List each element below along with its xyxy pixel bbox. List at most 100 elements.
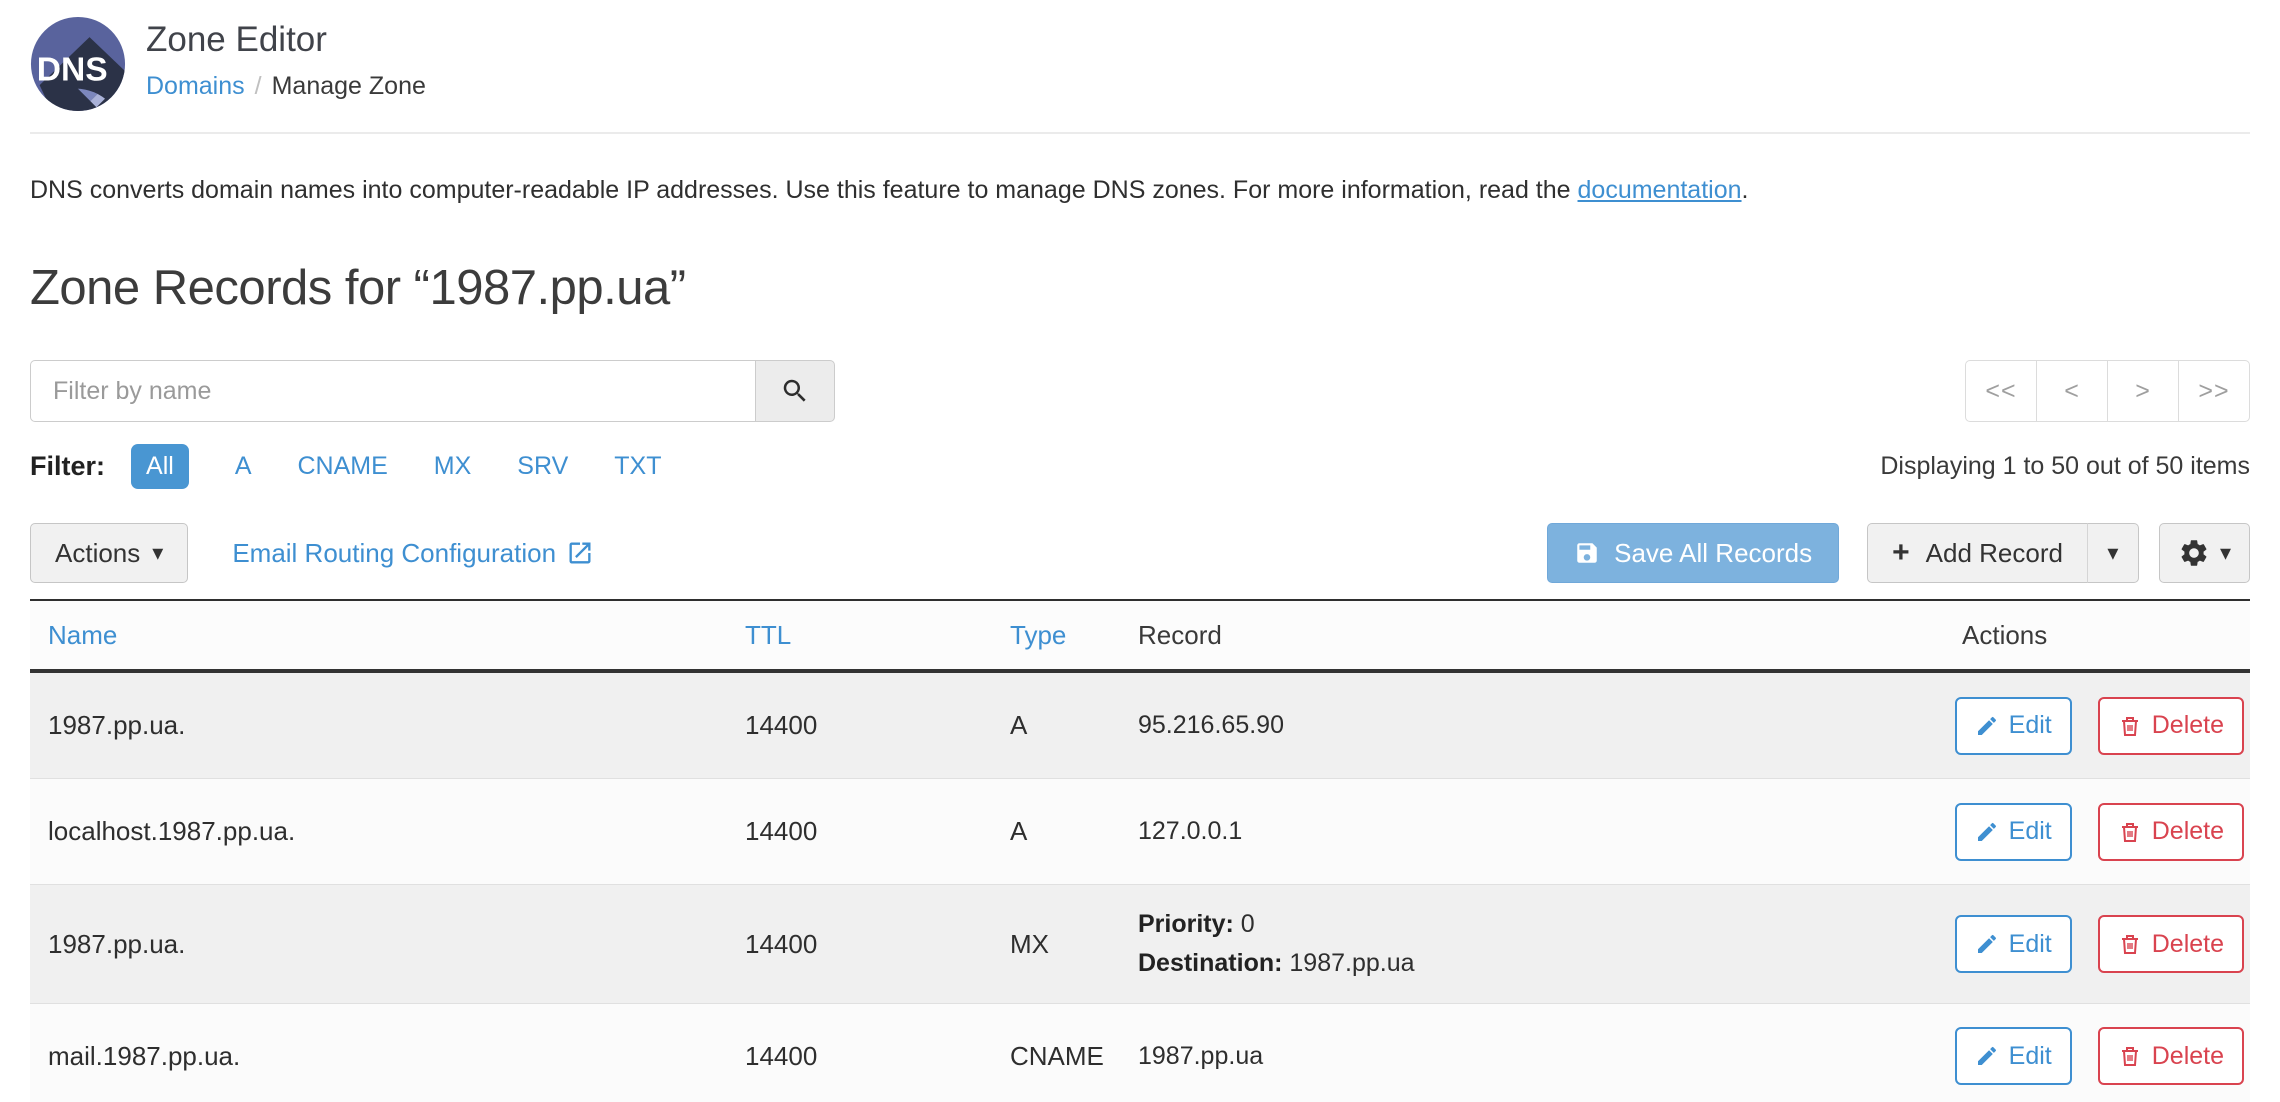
column-header-name[interactable]: Name [30, 620, 745, 651]
email-routing-link-label: Email Routing Configuration [232, 538, 556, 569]
caret-down-icon: ▾ [2220, 542, 2231, 564]
record-value: Priority: 0Destination: 1987.pp.ua [1138, 885, 1910, 1003]
next-page-button[interactable]: > [2107, 360, 2179, 422]
record-ttl: 14400 [745, 1041, 1010, 1072]
email-routing-configuration-link[interactable]: Email Routing Configuration [232, 538, 594, 569]
record-value-line: Priority: 0 [1138, 905, 1910, 944]
filter-option-txt[interactable]: TXT [614, 452, 661, 481]
add-record-button[interactable]: + Add Record [1867, 523, 2088, 583]
filter-option-a[interactable]: A [235, 452, 252, 481]
search-button[interactable] [755, 360, 835, 422]
delete-record-button[interactable]: Delete [2098, 697, 2244, 755]
header-text: Zone Editor Domains / Manage Zone [146, 16, 426, 101]
record-ttl: 14400 [745, 710, 1010, 741]
display-status: Displaying 1 to 50 out of 50 items [1880, 452, 2250, 481]
plus-icon: + [1892, 538, 1910, 568]
add-record-label: Add Record [1926, 538, 2063, 569]
add-record-dropdown-toggle[interactable]: ▾ [2087, 523, 2139, 583]
breadcrumb-current: Manage Zone [272, 72, 426, 100]
trash-icon [2118, 714, 2142, 738]
filter-option-all[interactable]: All [131, 444, 189, 489]
save-all-records-label: Save All Records [1614, 538, 1812, 569]
page-header: DNS Zone Editor Domains / Manage Zone [30, 0, 2250, 112]
trash-icon [2118, 820, 2142, 844]
record-actions: Edit Delete [1910, 697, 2250, 755]
record-value-line: 127.0.0.1 [1138, 812, 1910, 851]
edit-button-label: Edit [2009, 930, 2052, 959]
filter-option-srv[interactable]: SRV [517, 452, 568, 481]
external-link-icon [566, 539, 594, 567]
breadcrumb-separator: / [255, 72, 262, 100]
intro-text-before: DNS converts domain names into computer-… [30, 176, 1578, 204]
pencil-icon [1975, 1044, 1999, 1068]
pagination-group: <<<>>> [1965, 360, 2250, 422]
record-type: A [1010, 710, 1138, 741]
header-divider [30, 132, 2250, 134]
delete-button-label: Delete [2152, 930, 2224, 959]
column-header-record: Record [1138, 620, 1910, 651]
column-header-ttl[interactable]: TTL [745, 620, 1010, 651]
table-row: localhost.1987.pp.ua.14400A127.0.0.1Edit… [30, 779, 2250, 885]
trash-icon [2118, 932, 2142, 956]
trash-icon [2118, 1044, 2142, 1068]
filter-label: Filter: [30, 451, 105, 482]
page-title: Zone Editor [146, 18, 426, 62]
save-all-records-button[interactable]: Save All Records [1547, 523, 1839, 583]
search-group [30, 360, 835, 422]
table-row: 1987.pp.ua.14400A95.216.65.90EditDelete [30, 673, 2250, 779]
pencil-icon [1975, 714, 1999, 738]
search-icon [780, 376, 810, 406]
edit-record-button[interactable]: Edit [1955, 915, 2072, 973]
delete-record-button[interactable]: Delete [2098, 1027, 2244, 1085]
delete-record-button[interactable]: Delete [2098, 915, 2244, 973]
toolbar-right: Save All Records + Add Record ▾ ▾ [1547, 523, 2250, 583]
record-ttl: 14400 [745, 816, 1010, 847]
gear-icon [2178, 537, 2210, 569]
record-actions: Edit Delete [1910, 803, 2250, 861]
filter-option-cname[interactable]: CNAME [298, 452, 388, 481]
documentation-link[interactable]: documentation [1578, 176, 1742, 204]
zone-records-table: Name TTL Type Record Actions 1987.pp.ua.… [30, 599, 2250, 1102]
controls-row: <<<>>> [30, 360, 2250, 422]
edit-record-button[interactable]: Edit [1955, 697, 2072, 755]
filter-options: All A CNAME MX SRV TXT [131, 444, 661, 489]
record-actions: Edit Delete [1910, 915, 2250, 973]
record-value-line: Destination: 1987.pp.ua [1138, 944, 1910, 983]
filter-row: Filter: All A CNAME MX SRV TXT Displaying 1 t… [30, 444, 2250, 489]
delete-button-label: Delete [2152, 711, 2224, 740]
column-header-actions: Actions [1910, 620, 2250, 651]
filter-by-name-input[interactable] [30, 360, 755, 422]
zone-records-body: 1987.pp.ua.14400A95.216.65.90EditDeletel… [30, 673, 2250, 1102]
prev-page-button[interactable]: < [2036, 360, 2108, 422]
delete-button-label: Delete [2152, 817, 2224, 846]
table-row: mail.1987.pp.ua.14400CNAME1987.pp.uaEdit… [30, 1004, 2250, 1102]
filter-option-mx[interactable]: MX [434, 452, 472, 481]
edit-button-label: Edit [2009, 1042, 2052, 1071]
record-name: mail.1987.pp.ua. [30, 1041, 745, 1072]
edit-button-label: Edit [2009, 817, 2052, 846]
pencil-icon [1975, 932, 1999, 956]
record-actions: Edit Delete [1910, 1027, 2250, 1085]
filter-controls: Filter: All A CNAME MX SRV TXT [30, 444, 661, 489]
dns-zone-editor-logo-icon: DNS [30, 16, 126, 112]
record-value: 1987.pp.ua [1138, 1017, 1910, 1096]
record-value-line: 95.216.65.90 [1138, 706, 1910, 745]
toolbar-left: Actions ▾ Email Routing Configuration [30, 523, 594, 583]
svg-text:DNS: DNS [37, 51, 108, 88]
delete-record-button[interactable]: Delete [2098, 803, 2244, 861]
settings-button[interactable]: ▾ [2159, 523, 2250, 583]
zone-records-heading: Zone Records for “1987.pp.ua” [30, 260, 2250, 316]
column-header-type[interactable]: Type [1010, 620, 1138, 651]
record-value: 127.0.0.1 [1138, 792, 1910, 871]
first-page-button[interactable]: << [1965, 360, 2037, 422]
edit-record-button[interactable]: Edit [1955, 1027, 2072, 1085]
edit-record-button[interactable]: Edit [1955, 803, 2072, 861]
record-name: 1987.pp.ua. [30, 929, 745, 960]
caret-down-icon: ▾ [152, 542, 163, 564]
record-value-line: 1987.pp.ua [1138, 1037, 1910, 1076]
toolbar-row: Actions ▾ Email Routing Configuration Sa… [30, 523, 2250, 583]
breadcrumb-domains-link[interactable]: Domains [146, 72, 245, 100]
last-page-button[interactable]: >> [2178, 360, 2250, 422]
delete-button-label: Delete [2152, 1042, 2224, 1071]
actions-dropdown-button[interactable]: Actions ▾ [30, 523, 188, 583]
